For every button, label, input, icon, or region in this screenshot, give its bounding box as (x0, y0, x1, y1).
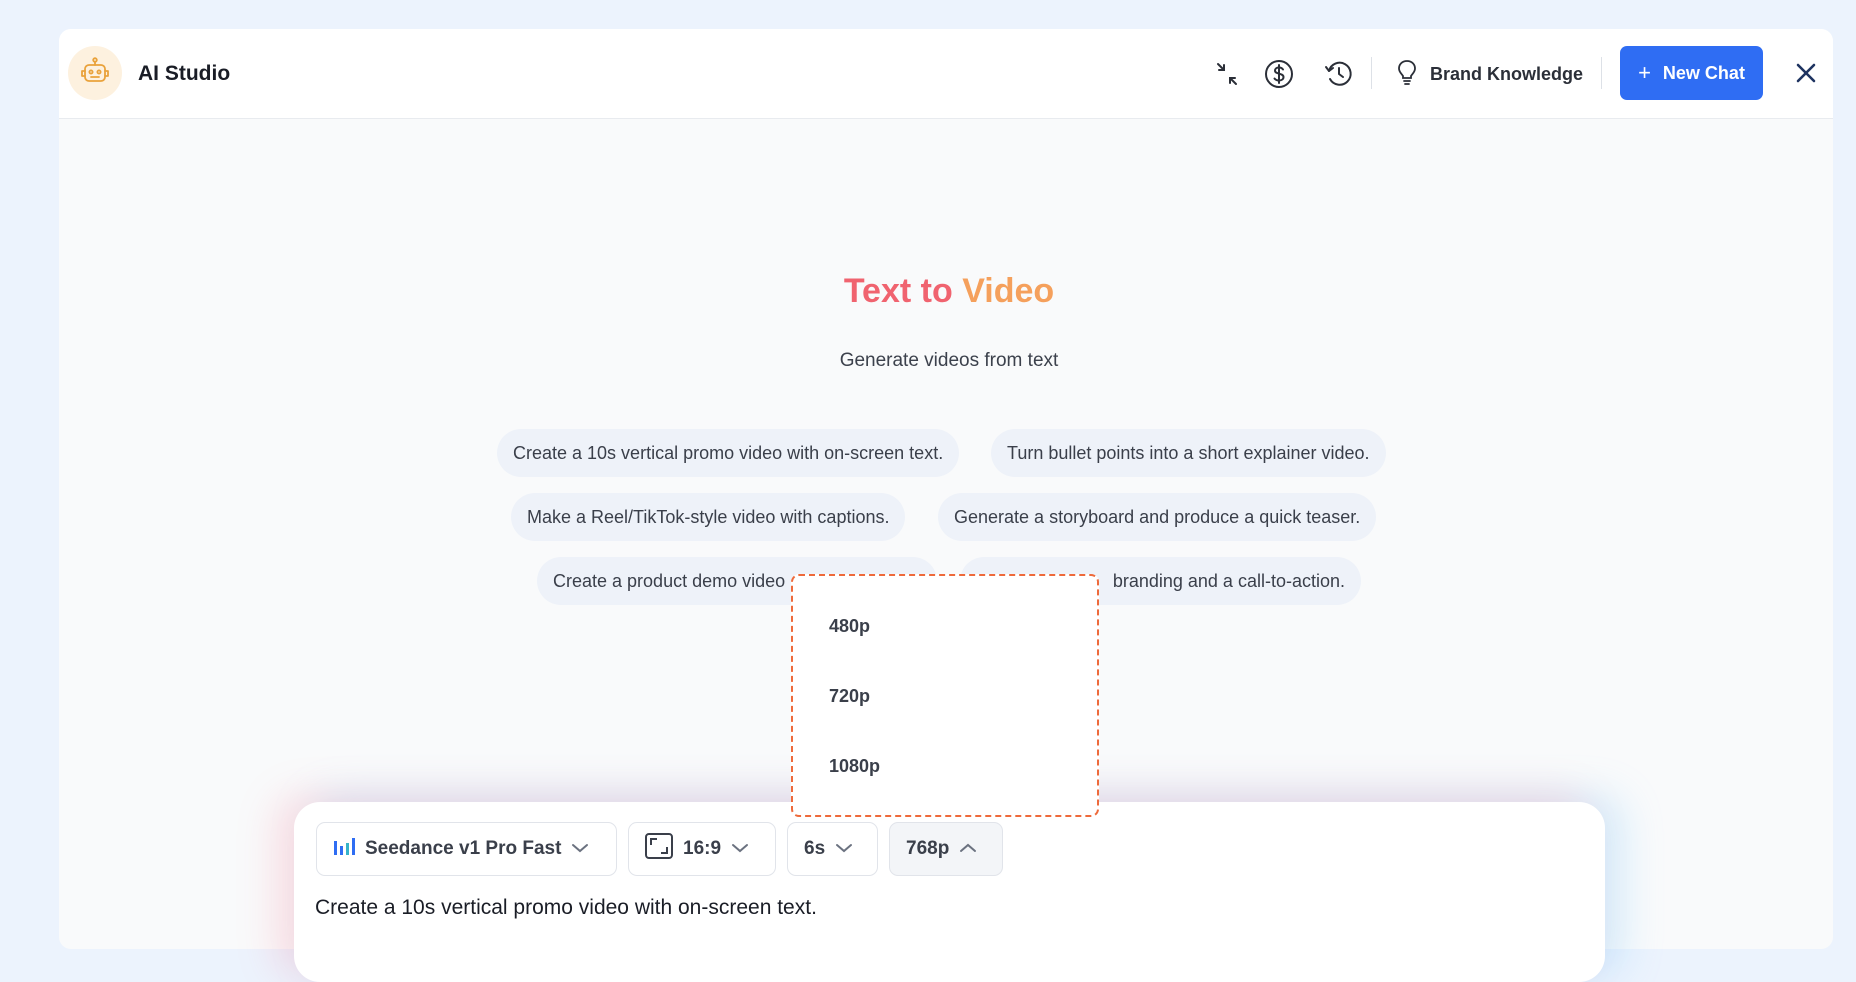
aspect-ratio-icon (645, 833, 673, 865)
brand-knowledge-button[interactable]: Brand Knowledge (1396, 57, 1583, 91)
title-part-text-to: Text to (843, 272, 953, 310)
close-icon[interactable] (1791, 58, 1821, 88)
suggestion-chip[interactable]: Make a Reel/TikTok-style video with capt… (511, 493, 906, 541)
header-divider (1601, 57, 1602, 89)
resolution-dropdown: 480p 720p 1080p (791, 574, 1099, 817)
suggestion-chip[interactable]: Turn bullet points into a short explaine… (991, 429, 1386, 477)
resolution-option[interactable]: 480p (829, 616, 870, 637)
aspect-ratio-selector[interactable]: 16:9 (628, 822, 776, 876)
plus-icon: + (1638, 60, 1651, 85)
dollar-icon[interactable] (1262, 57, 1296, 91)
suggestion-chip[interactable]: Generate a storyboard and produce a quic… (938, 493, 1377, 541)
history-icon[interactable] (1322, 57, 1356, 91)
resolution-selector[interactable]: 768p (889, 822, 1003, 876)
new-chat-button[interactable]: + New Chat (1620, 46, 1763, 100)
model-selector[interactable]: Seedance v1 Pro Fast (316, 822, 617, 876)
duration-selector[interactable]: 6s (787, 822, 878, 876)
brand-knowledge-label: Brand Knowledge (1430, 63, 1584, 84)
app-title: AI Studio (138, 62, 231, 85)
suggestion-chip[interactable]: Create a 10s vertical promo video with o… (497, 429, 960, 477)
page-title: Text to Video (59, 272, 1833, 311)
collapse-icon[interactable] (1210, 57, 1244, 91)
duration-label: 6s (804, 838, 826, 859)
chevron-down-icon (731, 838, 749, 860)
header-divider (1371, 57, 1372, 89)
bar-chart-icon (333, 836, 355, 862)
header-bar: AI Studio Brand Knowledge + New Chat (59, 29, 1833, 119)
chevron-down-icon (571, 838, 589, 860)
lightbulb-icon (1396, 58, 1418, 91)
page-subtitle: Generate videos from text (839, 350, 1059, 371)
resolution-label: 768p (906, 838, 950, 859)
resolution-option[interactable]: 720p (829, 686, 870, 707)
chevron-up-icon (959, 838, 977, 860)
chevron-down-icon (835, 838, 853, 860)
resolution-option[interactable]: 1080p (829, 756, 880, 777)
aspect-ratio-label: 16:9 (683, 838, 722, 859)
new-chat-label: New Chat (1662, 62, 1745, 83)
title-part-video: Video (962, 272, 1055, 310)
model-label: Seedance v1 Pro Fast (365, 838, 562, 859)
robot-logo-icon (68, 46, 122, 100)
prompt-text[interactable]: Create a 10s vertical promo video with o… (315, 896, 817, 920)
